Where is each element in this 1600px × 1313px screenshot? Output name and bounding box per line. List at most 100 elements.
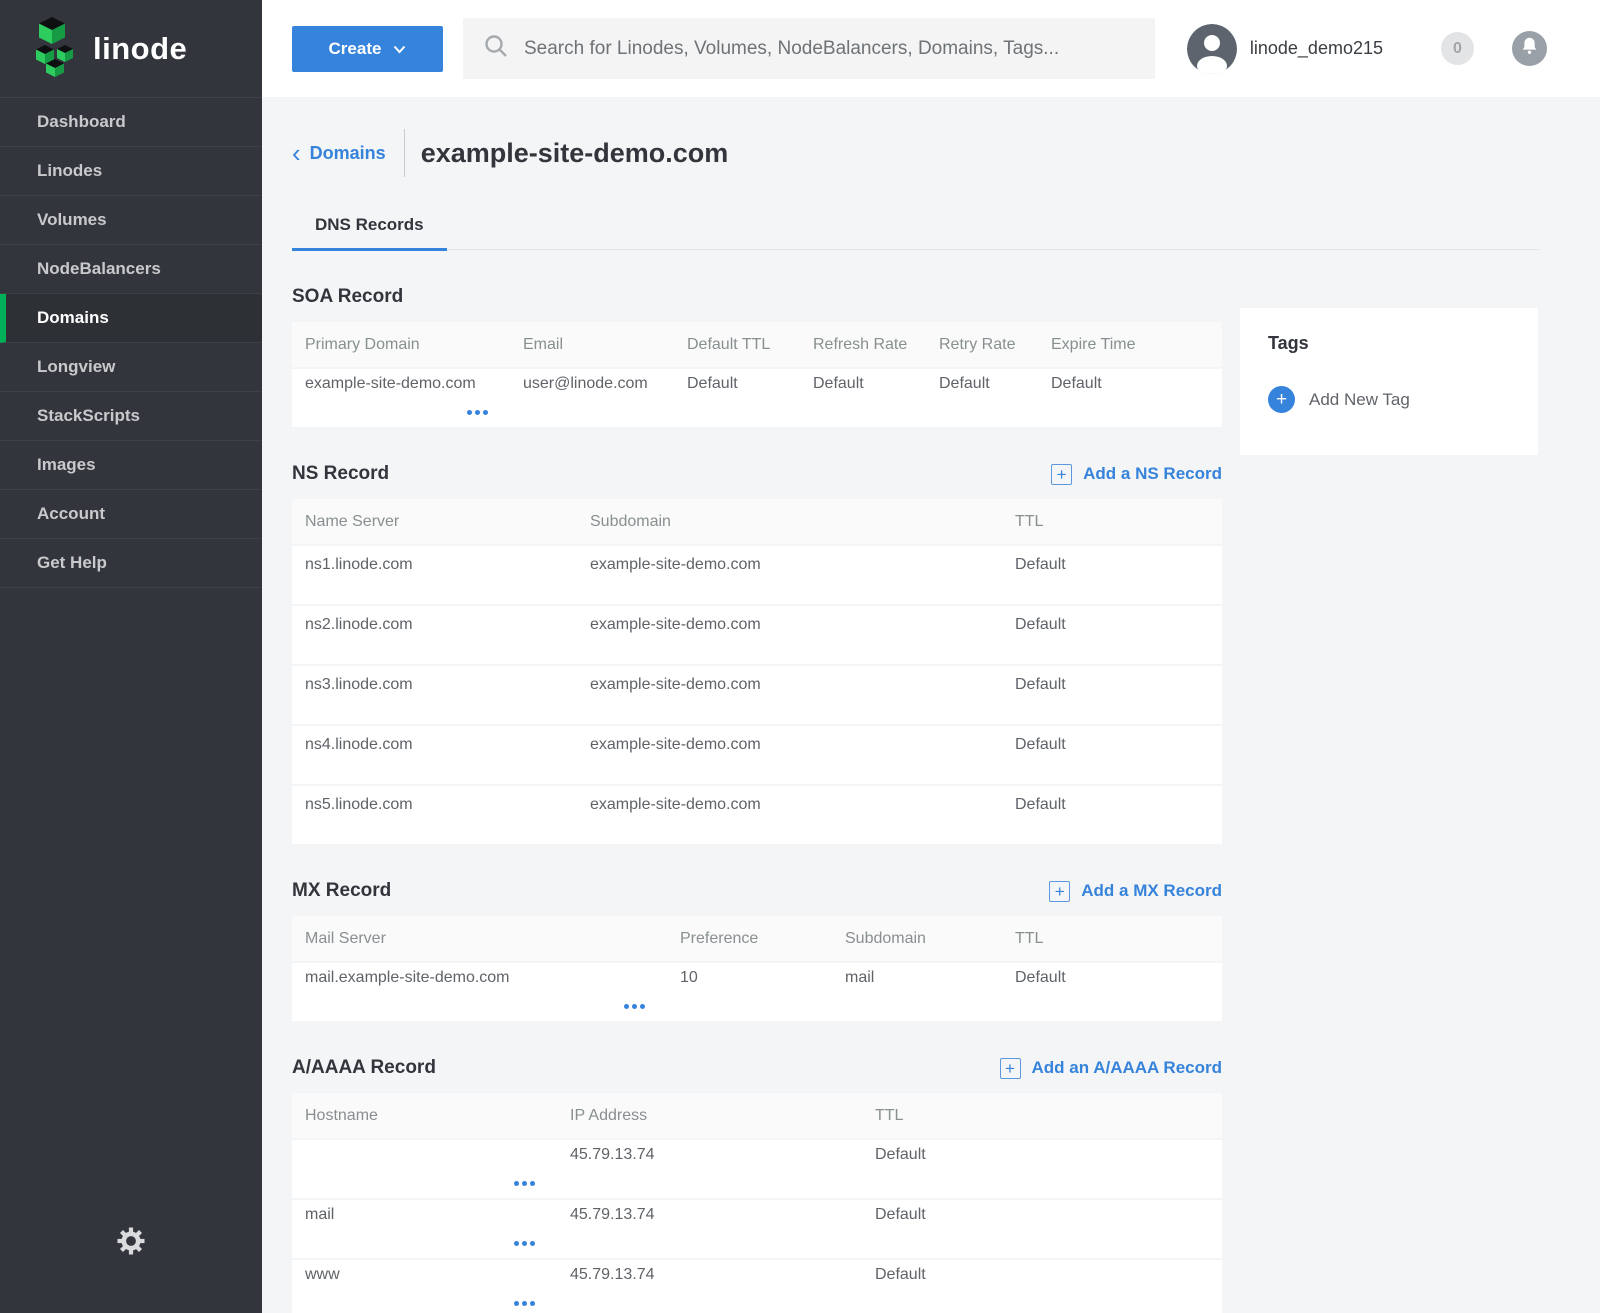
table-cell: mail (292, 1206, 557, 1224)
logo[interactable]: linode (0, 0, 262, 97)
table-cell: 45.79.13.74 (557, 1206, 862, 1224)
pending-count-badge[interactable]: 0 (1441, 32, 1474, 65)
search-bar (463, 18, 1155, 79)
table-row: ns5.linode.comexample-site-demo.comDefau… (292, 784, 1222, 844)
soa-record-table: Primary DomainEmailDefault TTLRefresh Ra… (292, 322, 1222, 427)
table-row: mail.example-site-demo.com10mailDefault (292, 961, 1222, 1021)
topbar: Create linode_demo (262, 0, 1600, 97)
table-cell: Default (1002, 969, 1166, 987)
a-aaaa-record-table: HostnameIP AddressTTL45.79.13.74Defaultm… (292, 1093, 1222, 1313)
section-title: A/AAAA Record (292, 1057, 436, 1079)
content: ‹ Domains example-site-demo.com DNS Reco… (262, 97, 1600, 1313)
tags-panel: Tags + Add New Tag (1240, 308, 1538, 455)
add-mx-record-label: Add a MX Record (1081, 881, 1222, 901)
sidebar-item-get-help[interactable]: Get Help (0, 539, 262, 588)
column-header: Mail Server (292, 930, 667, 948)
avatar (1187, 24, 1237, 74)
sidebar-item-account[interactable]: Account (0, 490, 262, 539)
tab-dns-records[interactable]: DNS Records (292, 203, 447, 251)
sidebar-item-stackscripts[interactable]: StackScripts (0, 392, 262, 441)
table-cell: mail.example-site-demo.com (292, 969, 667, 987)
table-row: 45.79.13.74Default (292, 1138, 1222, 1198)
breadcrumb-back-link[interactable]: ‹ Domains (292, 143, 386, 164)
table-cell: mail (832, 969, 1002, 987)
sidebar: linode DashboardLinodesVolumesNodeBalanc… (0, 0, 262, 1313)
column-header: TTL (1002, 513, 1166, 531)
sidebar-settings-button[interactable] (0, 1226, 262, 1261)
section-title: NS Record (292, 463, 389, 485)
table-row: www45.79.13.74Default (292, 1258, 1222, 1313)
sidebar-item-linodes[interactable]: Linodes (0, 147, 262, 196)
sidebar-item-volumes[interactable]: Volumes (0, 196, 262, 245)
table-cell: example-site-demo.com (577, 676, 1002, 694)
table-cell: ns5.linode.com (292, 796, 577, 814)
row-actions-menu[interactable] (512, 1235, 537, 1252)
mx-record-section: MX Record + Add a MX Record Mail ServerP… (292, 879, 1222, 1021)
column-header: Name Server (292, 513, 577, 531)
column-header: Default TTL (674, 336, 800, 354)
gear-icon (116, 1226, 146, 1261)
create-button-label: Create (329, 39, 382, 59)
user-menu[interactable]: linode_demo215 (1187, 24, 1383, 74)
row-actions-menu[interactable] (465, 404, 490, 421)
ns-record-table: Name ServerSubdomainTTLns1.linode.comexa… (292, 499, 1222, 844)
column-header: Email (510, 336, 674, 354)
bell-icon (1520, 36, 1539, 61)
table-cell: Default (862, 1206, 1166, 1224)
add-new-tag-label: Add New Tag (1309, 390, 1410, 410)
sidebar-item-domains[interactable]: Domains (0, 294, 262, 343)
breadcrumb-back-label: Domains (310, 143, 386, 164)
search-input[interactable] (524, 38, 1135, 60)
pending-count: 0 (1453, 40, 1462, 58)
add-ns-record-link[interactable]: + Add a NS Record (1051, 464, 1222, 485)
add-new-tag-button[interactable]: + Add New Tag (1268, 386, 1510, 413)
table-cell: Default (862, 1146, 1166, 1164)
username: linode_demo215 (1250, 38, 1383, 59)
row-actions-menu[interactable] (622, 998, 647, 1015)
content-columns: SOA Record Primary DomainEmailDefault TT… (292, 250, 1600, 1313)
sidebar-item-images[interactable]: Images (0, 441, 262, 490)
add-a-aaaa-record-label: Add an A/AAAA Record (1032, 1058, 1222, 1078)
create-button[interactable]: Create (292, 26, 443, 72)
plus-square-icon: + (1051, 464, 1072, 485)
table-row: mail45.79.13.74Default (292, 1198, 1222, 1258)
notifications-button[interactable] (1512, 31, 1547, 66)
page-title: example-site-demo.com (421, 138, 729, 169)
main-area: Create linode_demo (262, 0, 1600, 1313)
table-cell: example-site-demo.com (577, 556, 1002, 574)
table-cell: ns3.linode.com (292, 676, 577, 694)
column-header: Preference (667, 930, 832, 948)
row-actions-menu[interactable] (512, 1175, 537, 1192)
table-cell: example-site-demo.com (577, 736, 1002, 754)
table-cell: ns4.linode.com (292, 736, 577, 754)
table-cell: Default (674, 375, 800, 393)
sidebar-item-longview[interactable]: Longview (0, 343, 262, 392)
sidebar-item-nodebalancers[interactable]: NodeBalancers (0, 245, 262, 294)
column-header: Subdomain (577, 513, 1002, 531)
add-a-aaaa-record-link[interactable]: + Add an A/AAAA Record (1000, 1058, 1222, 1079)
breadcrumb-divider (404, 129, 405, 177)
a-aaaa-record-section: A/AAAA Record + Add an A/AAAA Record Hos… (292, 1056, 1222, 1313)
column-header: Expire Time (1038, 336, 1166, 354)
side-column: Tags + Add New Tag (1240, 308, 1538, 1313)
table-cell: example-site-demo.com (577, 616, 1002, 634)
records-column: SOA Record Primary DomainEmailDefault TT… (292, 250, 1222, 1313)
table-cell: www (292, 1266, 557, 1284)
linode-cubes-icon (28, 15, 80, 82)
column-header: Subdomain (832, 930, 1002, 948)
table-row: example-site-demo.comuser@linode.comDefa… (292, 367, 1222, 427)
section-title: SOA Record (292, 286, 403, 308)
table-cell: Default (1002, 736, 1166, 754)
tags-panel-title: Tags (1268, 333, 1510, 354)
column-header: Primary Domain (292, 336, 510, 354)
table-cell: Default (926, 375, 1038, 393)
soa-record-section: SOA Record Primary DomainEmailDefault TT… (292, 285, 1222, 427)
table-cell: ns1.linode.com (292, 556, 577, 574)
breadcrumb: ‹ Domains example-site-demo.com (292, 129, 1600, 177)
row-actions-menu[interactable] (512, 1295, 537, 1312)
table-cell: 45.79.13.74 (557, 1266, 862, 1284)
add-mx-record-link[interactable]: + Add a MX Record (1049, 881, 1222, 902)
sidebar-item-dashboard[interactable]: Dashboard (0, 98, 262, 147)
ns-record-section: NS Record + Add a NS Record Name ServerS… (292, 462, 1222, 844)
table-cell: ns2.linode.com (292, 616, 577, 634)
